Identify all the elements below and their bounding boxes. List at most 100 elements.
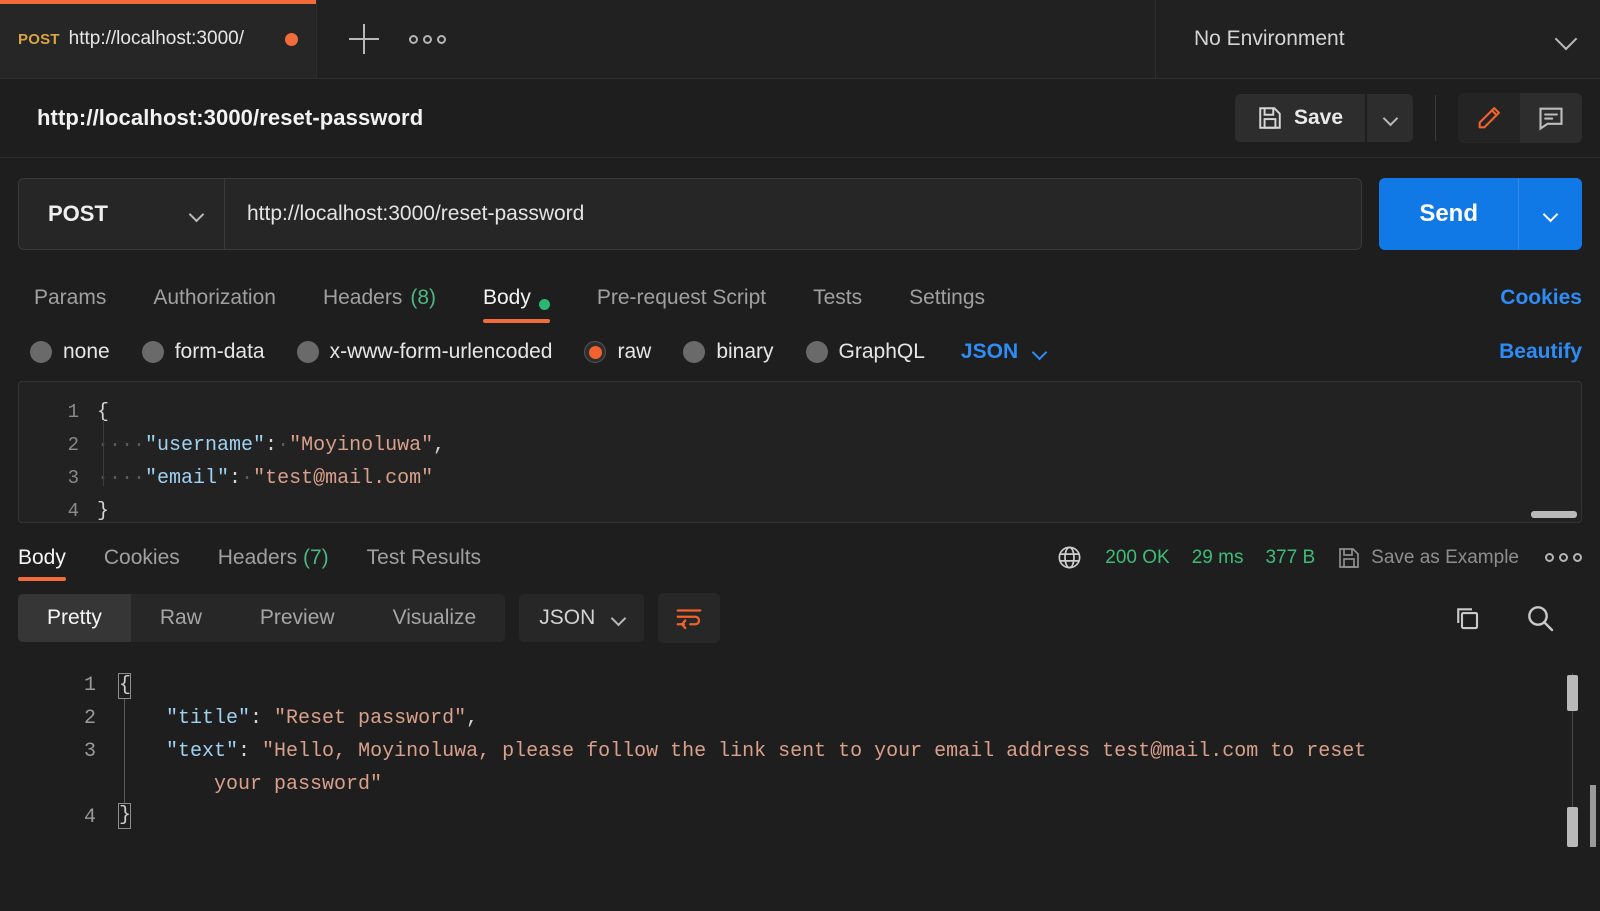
code-line — [118, 669, 1600, 702]
word-wrap-icon — [674, 603, 704, 633]
code-line: } — [97, 495, 1581, 522]
radio-icon — [297, 341, 319, 363]
code-line: ····"username":·"Moyinoluwa", — [97, 429, 1581, 462]
response-tab-test-results[interactable]: Test Results — [367, 546, 481, 581]
line-number: 4 — [0, 801, 118, 834]
indent-guide — [103, 420, 104, 486]
body-type-form-data[interactable]: form-data — [142, 340, 265, 364]
search-icon[interactable] — [1524, 602, 1556, 634]
fold-marker-open[interactable]: { — [118, 673, 131, 699]
view-mode-toggle — [1458, 93, 1582, 143]
postman-app: POST http://localhost:3000/ No Environme… — [0, 0, 1600, 911]
horizontal-scrollbar[interactable] — [1531, 511, 1577, 518]
body-type-graphql[interactable]: GraphQL — [806, 340, 925, 364]
response-view-controls: Pretty Raw Preview Visualize JSON — [18, 593, 720, 643]
fold-marker-close[interactable]: } — [118, 803, 131, 829]
tab-headers[interactable]: Headers (8) — [323, 267, 436, 323]
url-input[interactable] — [224, 178, 1362, 250]
cookies-link[interactable]: Cookies — [1500, 286, 1582, 323]
tab-settings[interactable]: Settings — [909, 267, 985, 323]
tab-body[interactable]: Body — [483, 267, 550, 323]
body-type-urlencoded[interactable]: x-www-form-urlencoded — [297, 340, 553, 364]
save-group: Save — [1235, 94, 1413, 142]
line-number: 2 — [0, 702, 118, 735]
tab-label: Body — [18, 546, 66, 569]
headers-count: (8) — [410, 286, 436, 310]
ellipsis-icon[interactable] — [1545, 553, 1582, 562]
body-type-options: none form-data x-www-form-urlencoded raw… — [30, 340, 1045, 364]
globe-icon[interactable] — [1056, 544, 1083, 571]
body-format-selector[interactable]: JSON — [961, 340, 1045, 364]
tab-label: Headers — [323, 286, 402, 310]
radio-label: x-www-form-urlencoded — [330, 340, 553, 364]
body-present-dot-icon — [539, 299, 550, 310]
radio-icon — [142, 341, 164, 363]
request-editor-gutter: 1 2 3 4 — [19, 382, 97, 522]
chevron-down-icon — [1555, 28, 1578, 51]
send-button[interactable]: Send — [1379, 178, 1518, 250]
tab-params[interactable]: Params — [34, 267, 106, 323]
save-button[interactable]: Save — [1235, 94, 1365, 142]
outer-scrollbar-thumb[interactable] — [1590, 785, 1596, 847]
body-type-raw[interactable]: raw — [584, 340, 651, 364]
request-body-editor[interactable]: 1 2 3 4 { ····"username":·"Moyinoluwa", … — [18, 381, 1582, 523]
response-tab-cookies[interactable]: Cookies — [104, 546, 180, 581]
line-number: 4 — [19, 495, 97, 523]
code-line: "title": "Reset password", — [118, 702, 1600, 735]
view-mode-preview[interactable]: Preview — [231, 594, 364, 642]
chevron-down-icon — [1543, 206, 1559, 222]
code-line: ····"email":·"test@mail.com" — [97, 462, 1581, 495]
tab-tests[interactable]: Tests — [813, 267, 862, 323]
save-as-example-button[interactable]: Save as Example — [1337, 546, 1519, 570]
page-title: http://localhost:3000/reset-password — [37, 105, 423, 131]
request-tab[interactable]: POST http://localhost:3000/ — [0, 0, 317, 78]
tab-authorization[interactable]: Authorization — [153, 267, 276, 323]
request-header: http://localhost:3000/reset-password Sav… — [0, 79, 1600, 158]
view-mode-raw[interactable]: Raw — [131, 594, 231, 642]
save-as-example-label: Save as Example — [1371, 547, 1519, 569]
response-body-viewer[interactable]: 1 2 3 4 { } "title": "Reset password", "… — [0, 655, 1600, 911]
ellipsis-icon[interactable] — [409, 35, 446, 44]
response-tab-body[interactable]: Body — [18, 546, 66, 581]
request-code-area[interactable]: { ····"username":·"Moyinoluwa", ····"ema… — [97, 382, 1581, 522]
response-format-selector[interactable]: JSON — [519, 594, 644, 642]
copy-icon[interactable] — [1452, 603, 1482, 633]
line-number: 1 — [0, 669, 118, 702]
line-number: 2 — [19, 429, 97, 462]
code-line: your password" — [118, 768, 1600, 801]
tab-label: Test Results — [367, 546, 481, 569]
beautify-button[interactable]: Beautify — [1499, 340, 1582, 364]
request-tabs: Params Authorization Headers (8) Body Pr… — [0, 267, 1600, 323]
radio-selected-icon — [584, 341, 606, 363]
floppy-disk-icon — [1337, 546, 1361, 570]
response-tab-headers[interactable]: Headers (7) — [218, 546, 329, 581]
view-mode-visualize[interactable]: Visualize — [364, 594, 506, 642]
pencil-icon — [1475, 104, 1503, 132]
view-mode-pretty[interactable]: Pretty — [18, 594, 131, 642]
body-type-binary[interactable]: binary — [683, 340, 773, 364]
body-type-none[interactable]: none — [30, 340, 110, 364]
send-options-button[interactable] — [1518, 178, 1582, 250]
vertical-scrollbar-thumb[interactable] — [1567, 675, 1578, 711]
tab-label: Params — [34, 286, 106, 310]
response-view-modes: Pretty Raw Preview Visualize — [18, 594, 505, 642]
plus-icon[interactable] — [349, 24, 379, 54]
environment-selector[interactable]: No Environment — [1156, 0, 1600, 78]
code-line — [118, 801, 1600, 834]
radio-icon — [683, 341, 705, 363]
tab-label: Headers — [218, 546, 297, 569]
comments-button[interactable] — [1520, 93, 1582, 143]
save-options-button[interactable] — [1367, 94, 1413, 142]
request-tabs-list: Params Authorization Headers (8) Body Pr… — [34, 267, 1032, 323]
response-size: 377 B — [1265, 547, 1315, 569]
request-header-actions: Save — [1235, 93, 1582, 143]
response-format-label: JSON — [539, 606, 595, 630]
tab-label: Cookies — [104, 546, 180, 569]
response-code-area: { } "title": "Reset password", "text": "… — [118, 655, 1600, 911]
tab-label: Tests — [813, 286, 862, 310]
word-wrap-button[interactable] — [658, 593, 720, 643]
tab-pre-request-script[interactable]: Pre-request Script — [597, 267, 766, 323]
edit-request-button[interactable] — [1458, 93, 1520, 143]
vertical-scrollbar-thumb-2[interactable] — [1567, 807, 1578, 847]
http-method-selector[interactable]: POST — [18, 178, 224, 250]
